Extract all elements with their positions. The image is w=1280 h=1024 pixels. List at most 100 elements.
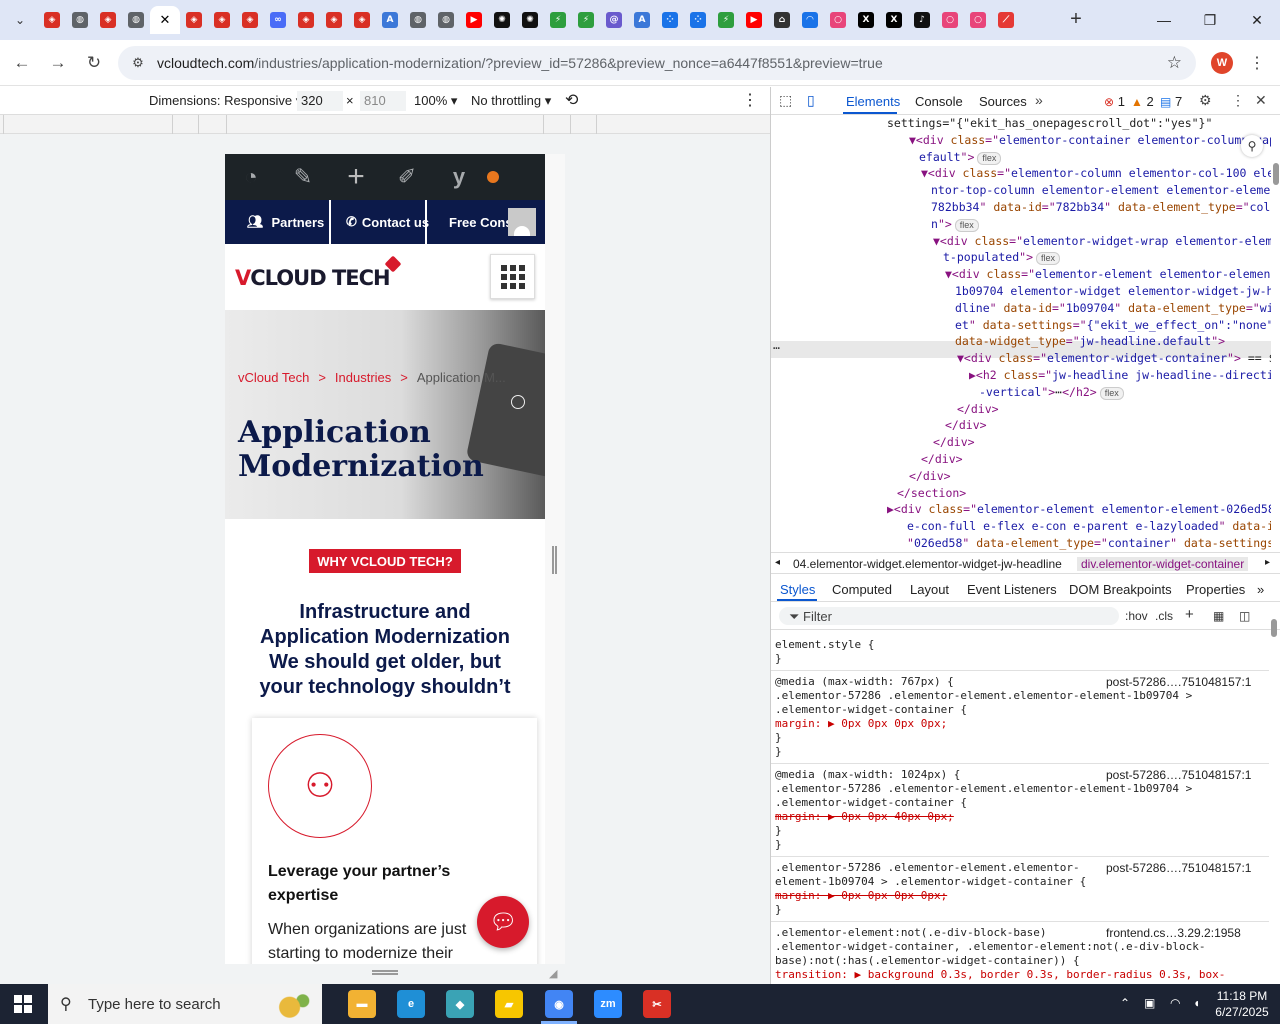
edge-icon[interactable]: e: [397, 990, 425, 1018]
dom-node-line[interactable]: </div>: [957, 401, 999, 418]
css-rule-line[interactable]: .elementor-57286 .elementor-element.elem…: [775, 861, 1080, 875]
browser-tab[interactable]: ⟋: [992, 6, 1020, 34]
dom-node-line[interactable]: et" data-settings="{"ekit_we_effect_on":…: [955, 317, 1271, 334]
more-tabs-icon[interactable]: »: [1035, 92, 1043, 108]
dom-node-line[interactable]: data-widget_type="jw-headline.default">: [955, 333, 1225, 350]
error-count[interactable]: ⊗ 1: [1104, 94, 1125, 109]
nav-free-consultation[interactable]: Free Cons: [449, 200, 513, 244]
address-bar[interactable]: ⚙ vcloudtech.com/industries/application-…: [118, 46, 1196, 80]
css-rule-line[interactable]: .elementor-widget-container {: [775, 796, 967, 810]
browser-tab[interactable]: ⚡: [572, 6, 600, 34]
browser-tab[interactable]: ▶: [740, 6, 768, 34]
chrome-icon[interactable]: ◉: [545, 990, 573, 1018]
network-icon[interactable]: ▣: [1144, 996, 1155, 1010]
dom-node-line[interactable]: ▼<div class="elementor-widget-container"…: [957, 350, 1271, 367]
browser-tab[interactable]: ◈: [94, 6, 122, 34]
media-query-ruler[interactable]: [0, 115, 770, 134]
browser-tab[interactable]: ○: [936, 6, 964, 34]
browser-tab[interactable]: ◈: [208, 6, 236, 34]
browser-tab[interactable]: A: [628, 6, 656, 34]
tab-active[interactable]: ✕: [150, 6, 180, 34]
dom-node-line[interactable]: </div>: [933, 434, 975, 451]
dom-tree[interactable]: settings="{"ekit_has_onepagescroll_dot":…: [771, 115, 1271, 559]
styles-pane[interactable]: element.style {} @media (max-width: 767px…: [771, 630, 1269, 984]
css-rule-line[interactable]: margin: ▶ 0px 0px 0px 0px;: [775, 717, 947, 731]
browser-tab[interactable]: A: [376, 6, 404, 34]
dom-node-line[interactable]: </div>: [921, 451, 963, 468]
tab-search-chevron-icon[interactable]: ⌄: [8, 8, 32, 32]
user-avatar[interactable]: [508, 208, 536, 236]
back-arrow-icon[interactable]: ←: [10, 51, 34, 75]
dom-node-line[interactable]: n"> flex: [931, 216, 979, 233]
subtab-styles[interactable]: Styles: [780, 582, 815, 597]
browser-tab[interactable]: ⚡: [544, 6, 572, 34]
windows-start-icon[interactable]: [14, 995, 32, 1013]
nav-contact[interactable]: ✆ Contact us: [346, 200, 429, 244]
close-devtools-icon[interactable]: ✕: [1255, 92, 1267, 109]
chrome-menu-icon[interactable]: ⋮: [1249, 50, 1265, 76]
breadcrumb-industries[interactable]: Industries: [335, 370, 391, 385]
vpn-icon[interactable]: ◆: [446, 990, 474, 1018]
styles-scrollbar[interactable]: [1271, 619, 1277, 637]
dom-node-line[interactable]: ▼<div class="elementor-widget-wrap eleme…: [933, 233, 1271, 250]
dom-node-line[interactable]: 782bb34" data-id="782bb34" data-element_…: [931, 199, 1271, 216]
css-rule-line[interactable]: element.style {: [775, 638, 874, 652]
dom-node-line[interactable]: ▼<div class="elementor-column elementor-…: [921, 165, 1271, 182]
zoom-select[interactable]: 100% ▾: [414, 93, 457, 109]
inspect-element-icon[interactable]: ⬚: [779, 92, 792, 109]
new-rule-icon[interactable]: +: [1185, 606, 1194, 623]
browser-tab[interactable]: ♪: [908, 6, 936, 34]
browser-tab[interactable]: ○: [824, 6, 852, 34]
brush-icon[interactable]: ✎: [289, 163, 317, 191]
dom-node-line[interactable]: dline" data-id="1b09704" data-element_ty…: [955, 300, 1271, 317]
browser-tab[interactable]: ◍: [122, 6, 150, 34]
css-rule-line[interactable]: .elementor-57286 .elementor-element.elem…: [775, 782, 1192, 796]
more-subtabs-icon[interactable]: »: [1257, 582, 1264, 597]
dom-node-line[interactable]: t-populated"> flex: [943, 249, 1061, 266]
browser-tab[interactable]: ▶: [460, 6, 488, 34]
taskbar-search[interactable]: ⚲ Type here to search: [48, 984, 322, 1024]
taskbar-clock[interactable]: 11:18 PM 6/27/2025: [1212, 988, 1272, 1020]
crumb-scroll-left-icon[interactable]: ◂: [775, 557, 780, 568]
corner-resize-handle[interactable]: ◢: [549, 967, 561, 980]
css-source-link[interactable]: post-57286….751048157:1: [1106, 768, 1251, 782]
css-rule-line[interactable]: margin: ▶ 0px 0px 40px 0px;: [775, 810, 954, 824]
forward-arrow-icon[interactable]: →: [46, 51, 70, 75]
yoast-icon[interactable]: y: [445, 163, 473, 191]
browser-tab[interactable]: ◈: [292, 6, 320, 34]
css-rule-line[interactable]: .elementor-57286 .elementor-element.elem…: [775, 689, 1192, 703]
css-rule-line[interactable]: }: [775, 824, 782, 838]
devtools-menu-icon[interactable]: ⋮: [1231, 92, 1245, 109]
css-rule-line[interactable]: }: [775, 903, 782, 917]
dom-node-line[interactable]: ▶<h2 class="jw-headline jw-headline--dir…: [969, 367, 1271, 384]
css-source-link[interactable]: post-57286….751048157:1: [1106, 861, 1251, 875]
snipping-icon[interactable]: ✂: [643, 990, 671, 1018]
browser-tab[interactable]: ◠: [796, 6, 824, 34]
paint-icon[interactable]: ▦: [1213, 609, 1224, 623]
crumb-scroll-right-icon[interactable]: ▸: [1265, 557, 1270, 568]
css-rule-line[interactable]: .elementor-element:not(.e-div-block-base…: [775, 926, 1047, 940]
subtab-layout[interactable]: Layout: [910, 582, 949, 597]
profile-avatar[interactable]: W: [1211, 52, 1233, 74]
browser-tab[interactable]: @: [600, 6, 628, 34]
site-settings-icon[interactable]: ⚙: [130, 55, 146, 71]
browser-tab[interactable]: ◍: [66, 6, 94, 34]
settings-gear-icon[interactable]: ⚙: [1199, 92, 1212, 109]
hov-toggle[interactable]: :hov: [1125, 609, 1148, 623]
width-input[interactable]: 320: [297, 91, 343, 111]
css-source-link[interactable]: frontend.cs…3.29.2:1958: [1106, 926, 1241, 940]
menu-grid-button[interactable]: [490, 254, 535, 299]
width-resize-handle[interactable]: [552, 546, 557, 574]
css-rule-line[interactable]: margin: ▶ 0px 0px 0px 0px;: [775, 889, 947, 903]
bookmark-star-icon[interactable]: ☆: [1167, 53, 1182, 73]
sidebar-toggle-icon[interactable]: ◫: [1239, 609, 1250, 623]
throttling-select[interactable]: No throttling ▾: [471, 93, 551, 109]
browser-tab[interactable]: ⁘: [656, 6, 684, 34]
subtab-dom-breakpoints[interactable]: DOM Breakpoints: [1069, 582, 1172, 597]
css-rule-line[interactable]: base):not(:has(.elementor-widget-contain…: [775, 954, 1080, 968]
new-tab-button[interactable]: +: [1066, 9, 1086, 30]
dom-node-line[interactable]: </div>: [945, 417, 987, 434]
css-rule-line[interactable]: @media (max-width: 767px) {: [775, 675, 954, 689]
dashboard-gauge-icon[interactable]: ◔: [237, 163, 265, 191]
dom-node-line[interactable]: efault"> flex: [919, 149, 1002, 166]
